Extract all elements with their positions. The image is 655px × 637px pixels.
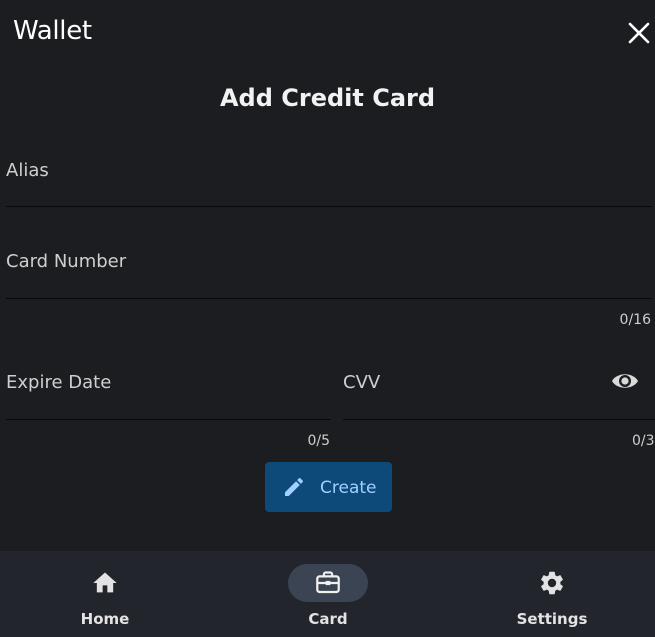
alias-label: Alias <box>6 160 49 181</box>
eye-icon <box>612 374 638 388</box>
card-number-counter: 0/16 <box>619 312 651 328</box>
cvv-underline <box>343 419 655 420</box>
gear-icon <box>541 571 563 595</box>
toggle-cvv-visibility-button[interactable] <box>610 368 640 394</box>
nav-item-settings[interactable]: Settings <box>472 551 632 637</box>
briefcase-icon <box>316 571 340 594</box>
alias-field[interactable]: Alias <box>6 150 652 208</box>
card-number-label: Card Number <box>6 251 127 272</box>
cvv-label: CVV <box>343 372 381 393</box>
nav-item-home[interactable]: Home <box>25 551 185 637</box>
expire-date-field[interactable]: Expire Date <box>6 362 331 420</box>
expire-date-counter: 0/5 <box>307 433 330 449</box>
app-bar: Wallet <box>0 0 655 66</box>
close-button[interactable] <box>626 20 652 46</box>
nav-label-card: Card <box>308 610 348 628</box>
expire-date-label: Expire Date <box>6 372 112 393</box>
create-button-label: Create <box>320 478 377 498</box>
page-title: Add Credit Card <box>219 84 436 112</box>
nav-item-card[interactable]: Card <box>248 551 408 637</box>
cvv-field[interactable]: CVV <box>343 362 655 420</box>
bottom-navigation: Home Card Settings <box>0 551 655 637</box>
close-icon <box>628 22 650 44</box>
card-number-underline <box>6 298 652 299</box>
card-number-field[interactable]: Card Number <box>6 241 652 299</box>
home-icon <box>93 572 117 593</box>
create-button[interactable]: Create <box>265 462 392 512</box>
pencil-icon <box>285 477 304 496</box>
nav-label-home: Home <box>80 610 130 628</box>
alias-underline <box>6 206 652 207</box>
expire-date-underline <box>6 419 331 420</box>
nav-label-settings: Settings <box>516 610 588 628</box>
cvv-counter: 0/3 <box>632 433 655 449</box>
app-title: Wallet <box>13 16 92 46</box>
